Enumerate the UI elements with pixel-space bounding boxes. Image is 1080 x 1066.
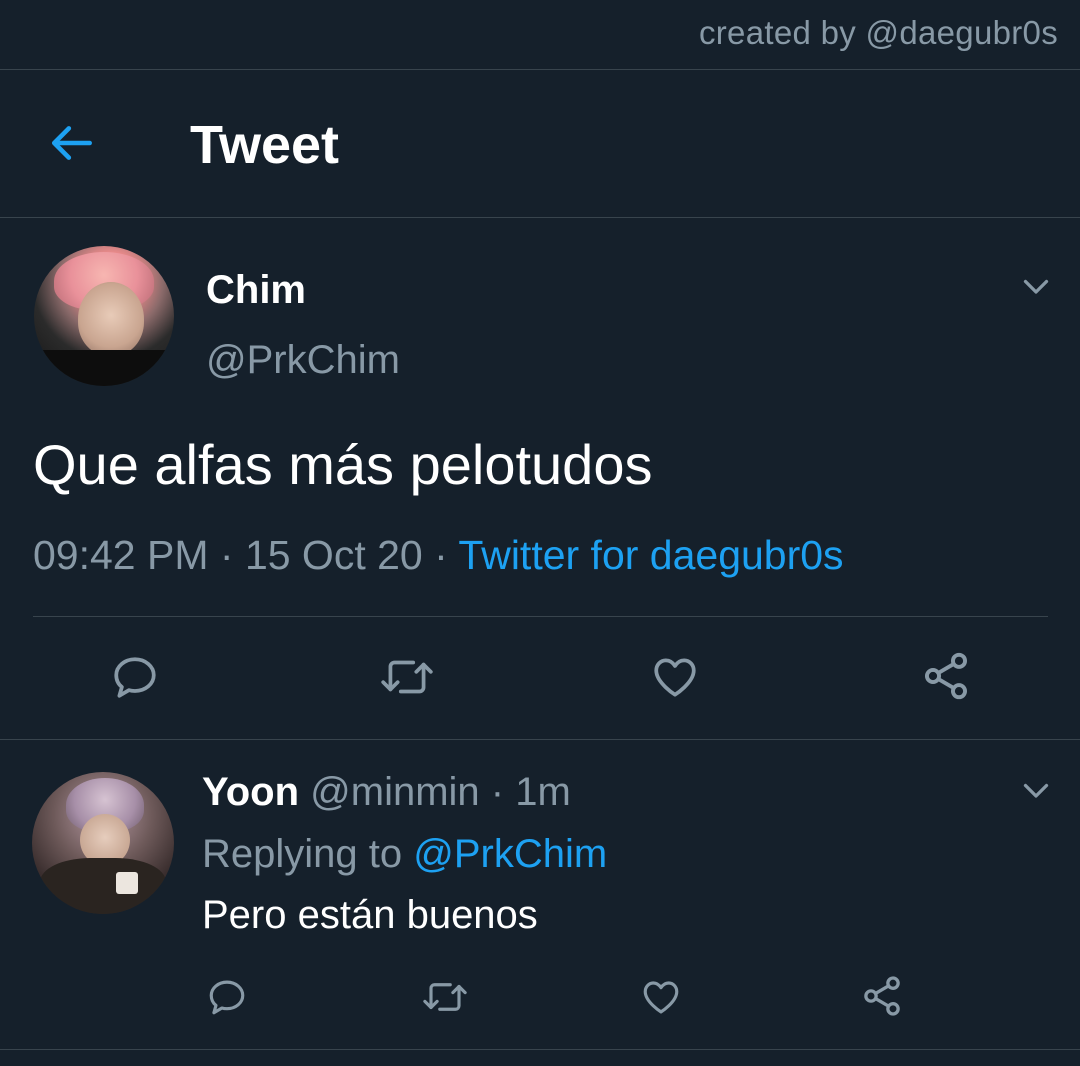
speech-bubble-icon[interactable] bbox=[110, 652, 160, 702]
replying-to-label: Replying to bbox=[202, 832, 414, 876]
top-bar: Tweet bbox=[0, 70, 1080, 217]
avatar[interactable] bbox=[32, 772, 174, 914]
reply-text: Pero están buenos bbox=[202, 893, 538, 937]
share-icon[interactable] bbox=[860, 974, 904, 1018]
tweet-source-link[interactable]: Twitter for daegubr0s bbox=[458, 532, 843, 578]
meta-separator: · bbox=[208, 532, 245, 578]
author-name[interactable]: Chim bbox=[206, 268, 306, 313]
speech-bubble-icon[interactable] bbox=[206, 976, 248, 1018]
chevron-down-icon[interactable] bbox=[1018, 268, 1054, 304]
author-handle[interactable]: @PrkChim bbox=[206, 338, 400, 383]
tweet-date: 15 Oct 20 bbox=[244, 532, 423, 578]
chevron-down-icon[interactable] bbox=[1018, 772, 1054, 808]
divider bbox=[33, 616, 1048, 617]
divider bbox=[0, 739, 1080, 740]
credit-watermark: created by @daegubr0s bbox=[698, 14, 1058, 51]
reply-author-name[interactable]: Yoon bbox=[202, 770, 299, 814]
reply-author-handle[interactable]: @minmin bbox=[310, 770, 480, 814]
divider bbox=[0, 1049, 1080, 1050]
meta-separator: · bbox=[422, 532, 459, 578]
retweet-icon[interactable] bbox=[378, 652, 436, 702]
replying-to: Replying to @PrkChim bbox=[202, 832, 607, 877]
tweet-detail-screen: created by @daegubr0s Tweet Chim @PrkChi… bbox=[0, 0, 1080, 1066]
page-title: Tweet bbox=[190, 115, 340, 175]
tweet-meta: 09:42 PM · 15 Oct 20 · Twitter for daegu… bbox=[33, 532, 844, 579]
retweet-icon[interactable] bbox=[420, 976, 470, 1018]
share-icon[interactable] bbox=[920, 650, 972, 702]
arrow-left-icon[interactable] bbox=[48, 118, 98, 168]
meta-separator: · bbox=[479, 770, 516, 814]
heart-icon[interactable] bbox=[640, 976, 682, 1018]
replying-to-mention[interactable]: @PrkChim bbox=[413, 832, 607, 876]
heart-icon[interactable] bbox=[650, 652, 700, 702]
divider bbox=[0, 217, 1080, 218]
reply-time: 1m bbox=[515, 770, 571, 814]
avatar[interactable] bbox=[34, 246, 174, 386]
reply-header: Yoon @minmin · 1m bbox=[202, 770, 571, 815]
tweet-time: 09:42 PM bbox=[33, 532, 209, 578]
tweet-text: Que alfas más pelotudos bbox=[33, 433, 653, 496]
